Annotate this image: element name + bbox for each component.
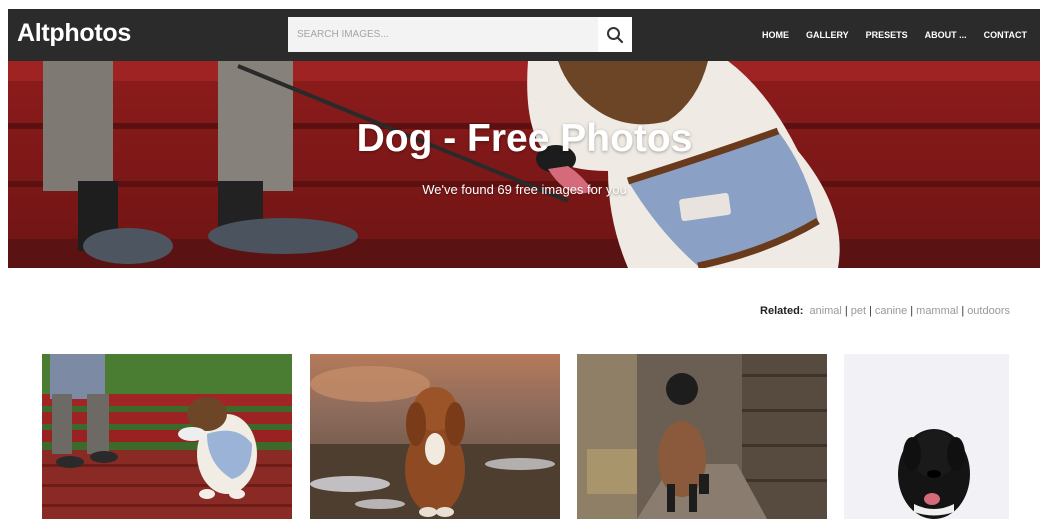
tag-canine[interactable]: canine <box>875 305 907 317</box>
tag-separator: | <box>869 305 872 317</box>
tag-separator: | <box>844 305 848 317</box>
hero-banner: Dog - Free Photos We've found 69 free im… <box>8 61 1040 268</box>
search-bar <box>288 17 632 52</box>
page: Altphotos HOME GALLERY PRESETS ABOUT ...… <box>8 9 1040 519</box>
hero-title: Dog - Free Photos <box>356 117 693 160</box>
tag-animal[interactable]: animal <box>809 305 841 317</box>
dog-photo-bench <box>42 354 292 519</box>
dog-photo-spaniel <box>310 354 560 519</box>
related-label: Related: <box>760 305 804 317</box>
tag-separator: | <box>961 305 965 317</box>
tag-outdoors[interactable]: outdoors <box>967 305 1010 317</box>
nav-about[interactable]: ABOUT ... <box>925 30 967 40</box>
gallery-thumb-2[interactable] <box>310 354 560 519</box>
search-icon <box>607 26 624 43</box>
search-button[interactable] <box>598 17 632 52</box>
gallery-thumb-1[interactable] <box>42 354 292 519</box>
nav-contact[interactable]: CONTACT <box>984 30 1027 40</box>
related-tags: Related: animal | pet | canine | mammal | outdoor… <box>760 305 1010 317</box>
hero-subtitle: We've found 69 free images for you <box>422 182 627 197</box>
site-logo[interactable]: Altphotos <box>17 19 131 48</box>
tag-mammal[interactable]: mammal <box>916 305 958 317</box>
nav-presets[interactable]: PRESETS <box>866 30 908 40</box>
nav-gallery[interactable]: GALLERY <box>806 30 849 40</box>
gallery-thumb-4[interactable] <box>844 354 1009 519</box>
gallery-thumb-3[interactable] <box>577 354 827 519</box>
dog-photo-jacket <box>577 354 827 519</box>
hero-background-image <box>8 61 1040 268</box>
main-nav: HOME GALLERY PRESETS ABOUT ... CONTACT <box>762 9 1027 61</box>
dog-photo-puppy <box>844 354 1009 519</box>
header-bar: Altphotos HOME GALLERY PRESETS ABOUT ...… <box>8 9 1040 61</box>
search-input[interactable] <box>288 17 598 52</box>
nav-home[interactable]: HOME <box>762 30 789 40</box>
tag-separator: | <box>910 305 914 317</box>
tag-pet[interactable]: pet <box>851 305 866 317</box>
